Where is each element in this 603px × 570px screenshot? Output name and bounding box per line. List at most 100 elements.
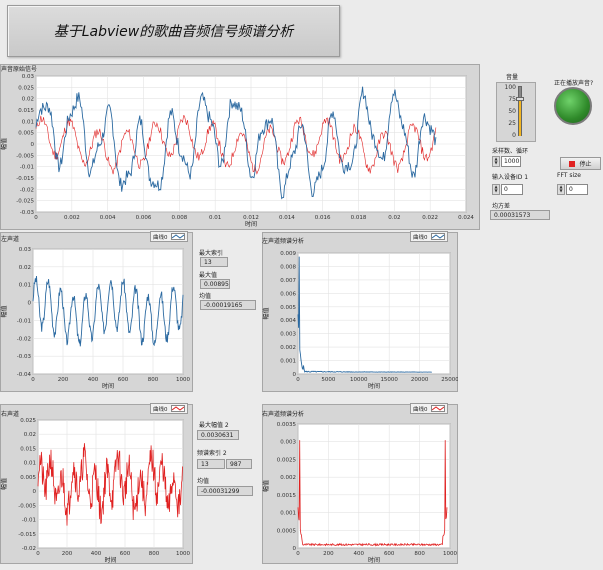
right-plot-xtick: 0 <box>36 551 40 557</box>
right-plot-xtick: 400 <box>91 551 102 557</box>
left-max-value-label: 最大值 <box>199 272 218 279</box>
volume-scale: 100 75 50 25 0 <box>498 84 518 140</box>
main-plot-xtick: 0.02 <box>388 215 400 221</box>
left-spec-plot-xtick: 20000 <box>411 377 429 383</box>
right-spec-plot-plot-area <box>297 423 451 549</box>
left-spectrum-legend[interactable]: 曲线0 <box>410 231 448 242</box>
left-spec-plot-xtick: 5000 <box>321 377 335 383</box>
device-id-field[interactable]: 0 <box>501 184 523 195</box>
left-spec-plot-svg: 0.009 0.008 0.007 0.006 0.005 0.004 0.003 0.002… <box>262 251 459 390</box>
sample-count-control[interactable]: ▲ ▼ 1000 <box>492 156 521 167</box>
device-id-spinner[interactable]: ▲ ▼ <box>492 184 500 195</box>
main-plot-ytick: 0 <box>31 142 35 148</box>
right-plot-ytick: 0.01 <box>24 461 36 467</box>
left-channel-graph[interactable]: 0.03 0.02 0.01 0 -0.01 -0.02 -0.03 -0.04 0 200 400… <box>0 245 193 392</box>
main-plot-xtick: 0.016 <box>315 215 331 221</box>
variance-label: 均方差 <box>492 203 511 210</box>
right-spectrum-legend[interactable]: 曲线0 <box>410 403 448 414</box>
left-spec-plot-ytick: 0.006 <box>280 291 296 297</box>
volume-tick: 0 <box>512 132 516 139</box>
right-freq-index-a: 13 <box>197 459 225 469</box>
right-spec-plot-xlabel: 时间 <box>368 556 380 564</box>
right-spectrum-legend-swatch-icon <box>430 405 445 412</box>
right-plot-xtick: 800 <box>149 551 160 557</box>
left-spec-plot-ytick: 0.009 <box>280 251 296 257</box>
left-spec-plot-ytick: 0.005 <box>280 305 296 311</box>
right-max-amp-value: 0.0030631 <box>197 430 239 440</box>
fft-size-field[interactable]: 0 <box>566 184 588 195</box>
stop-square-icon <box>569 160 576 167</box>
right-freq-index-label: 频谱索引 2 <box>197 450 227 457</box>
right-plot-ytick: 0 <box>33 489 37 495</box>
main-plot-ytick: 0.01 <box>22 119 34 125</box>
main-plot-xtick: 0.004 <box>100 215 116 221</box>
main-plot-ytick: 0.005 <box>18 131 34 137</box>
right-spec-plot-ytick: 0.003 <box>280 440 296 446</box>
right-plot-ytick: 0.005 <box>20 475 36 481</box>
right-mean-value: -0.00031299 <box>197 486 253 496</box>
right-freq-index-b: 987 <box>226 459 252 469</box>
main-plot-xtick: 0.002 <box>64 215 80 221</box>
left-plot-plot-area <box>32 248 184 375</box>
main-plot-ytick: 0.03 <box>22 74 35 80</box>
main-plot-ytick: -0.015 <box>16 176 34 182</box>
right-spec-plot-ytick: 0.0025 <box>277 457 297 463</box>
right-spectrum-graph[interactable]: 0.0035 0.003 0.0025 0.002 0.0015 0.001 0.0005 0… <box>262 416 458 566</box>
volume-tick: 50 <box>508 108 516 115</box>
left-spectrum-graph[interactable]: 0.009 0.008 0.007 0.006 0.005 0.004 0.003 0.002… <box>262 245 459 392</box>
right-plot-svg: 0.025 0.02 0.015 0.01 0.005 0 -0.005 -0.01 -0.01… <box>0 418 190 564</box>
main-plot-xtick: 0.024 <box>458 215 474 221</box>
fft-size-control[interactable]: ▲ ▼ 0 <box>557 184 588 195</box>
left-plot-xtick: 1000 <box>176 377 190 383</box>
left-plot-xtick: 400 <box>88 377 99 383</box>
device-id-control[interactable]: ▲ ▼ 0 <box>492 184 523 195</box>
left-channel-legend[interactable]: 曲线0 <box>150 231 188 242</box>
right-spec-plot-xtick: 800 <box>414 551 425 557</box>
left-mean-label: 均值 <box>199 293 212 300</box>
main-plot-ytick: -0.02 <box>20 187 34 193</box>
volume-tick: 100 <box>504 84 516 91</box>
main-plot-xtick: 0.006 <box>136 215 152 221</box>
right-plot-xlabel: 时间 <box>104 556 116 564</box>
sample-count-field[interactable]: 1000 <box>501 156 521 167</box>
right-plot-ytick: 0.025 <box>20 418 36 424</box>
left-spec-plot-xtick: 15000 <box>380 377 398 383</box>
left-plot-xtick: 200 <box>58 377 69 383</box>
right-spec-plot-ylabel: 幅值 <box>262 480 270 492</box>
right-spec-plot-xtick: 200 <box>323 551 334 557</box>
volume-slider-thumb[interactable] <box>516 96 524 101</box>
right-plot-xtick: 200 <box>62 551 73 557</box>
left-plot-ytick: 0.01 <box>19 283 31 289</box>
stop-button-label: 停止 <box>579 161 592 168</box>
left-plot-ylabel: 幅值 <box>0 305 8 317</box>
left-plot-ytick: 0.02 <box>19 265 31 271</box>
right-spec-plot-ytick: 0.0015 <box>277 493 297 499</box>
sample-count-spinner[interactable]: ▲ ▼ <box>492 156 500 167</box>
stop-button[interactable]: 停止 <box>560 157 601 170</box>
left-plot-xtick: 800 <box>148 377 159 383</box>
left-spec-plot-xlabel: 时间 <box>368 382 380 390</box>
main-plot-xtick: 0.008 <box>171 215 187 221</box>
left-spectrum-legend-label: 曲线0 <box>413 234 428 241</box>
right-spec-plot-ytick: 0.0005 <box>277 528 297 534</box>
volume-tick: 25 <box>508 120 516 127</box>
main-waveform-graph[interactable]: 0.03 0.025 0.02 0.015 0.01 0.005 0 -0.005 -0.01 -… <box>0 72 480 230</box>
main-plot-ytick: 0.025 <box>18 85 34 91</box>
fft-size-spinner[interactable]: ▲ ▼ <box>557 184 565 195</box>
left-plot-ytick: -0.04 <box>17 372 32 378</box>
right-plot-xtick: 1000 <box>176 551 190 557</box>
main-plot-ytick: -0.025 <box>16 199 34 205</box>
right-legend-label: 曲线0 <box>153 406 168 413</box>
right-channel-legend[interactable]: 曲线0 <box>150 403 188 414</box>
right-legend-swatch-icon <box>170 405 185 412</box>
right-plot-ytick: 0.02 <box>24 432 36 438</box>
left-plot-ytick: 0 <box>28 301 32 307</box>
left-plot-ytick: -0.01 <box>17 318 31 324</box>
right-plot-ytick: 0.015 <box>20 446 36 452</box>
right-spec-plot-ytick: 0.0035 <box>277 422 297 428</box>
right-channel-graph[interactable]: 0.025 0.02 0.015 0.01 0.005 0 -0.005 -0.01 -0.01… <box>0 416 193 566</box>
left-spec-plot-xtick: 10000 <box>350 377 368 383</box>
left-spec-plot-ytick: 0.003 <box>280 332 296 338</box>
right-spec-plot-xtick: 0 <box>296 551 300 557</box>
main-plot-xtick: 0.01 <box>209 215 221 221</box>
